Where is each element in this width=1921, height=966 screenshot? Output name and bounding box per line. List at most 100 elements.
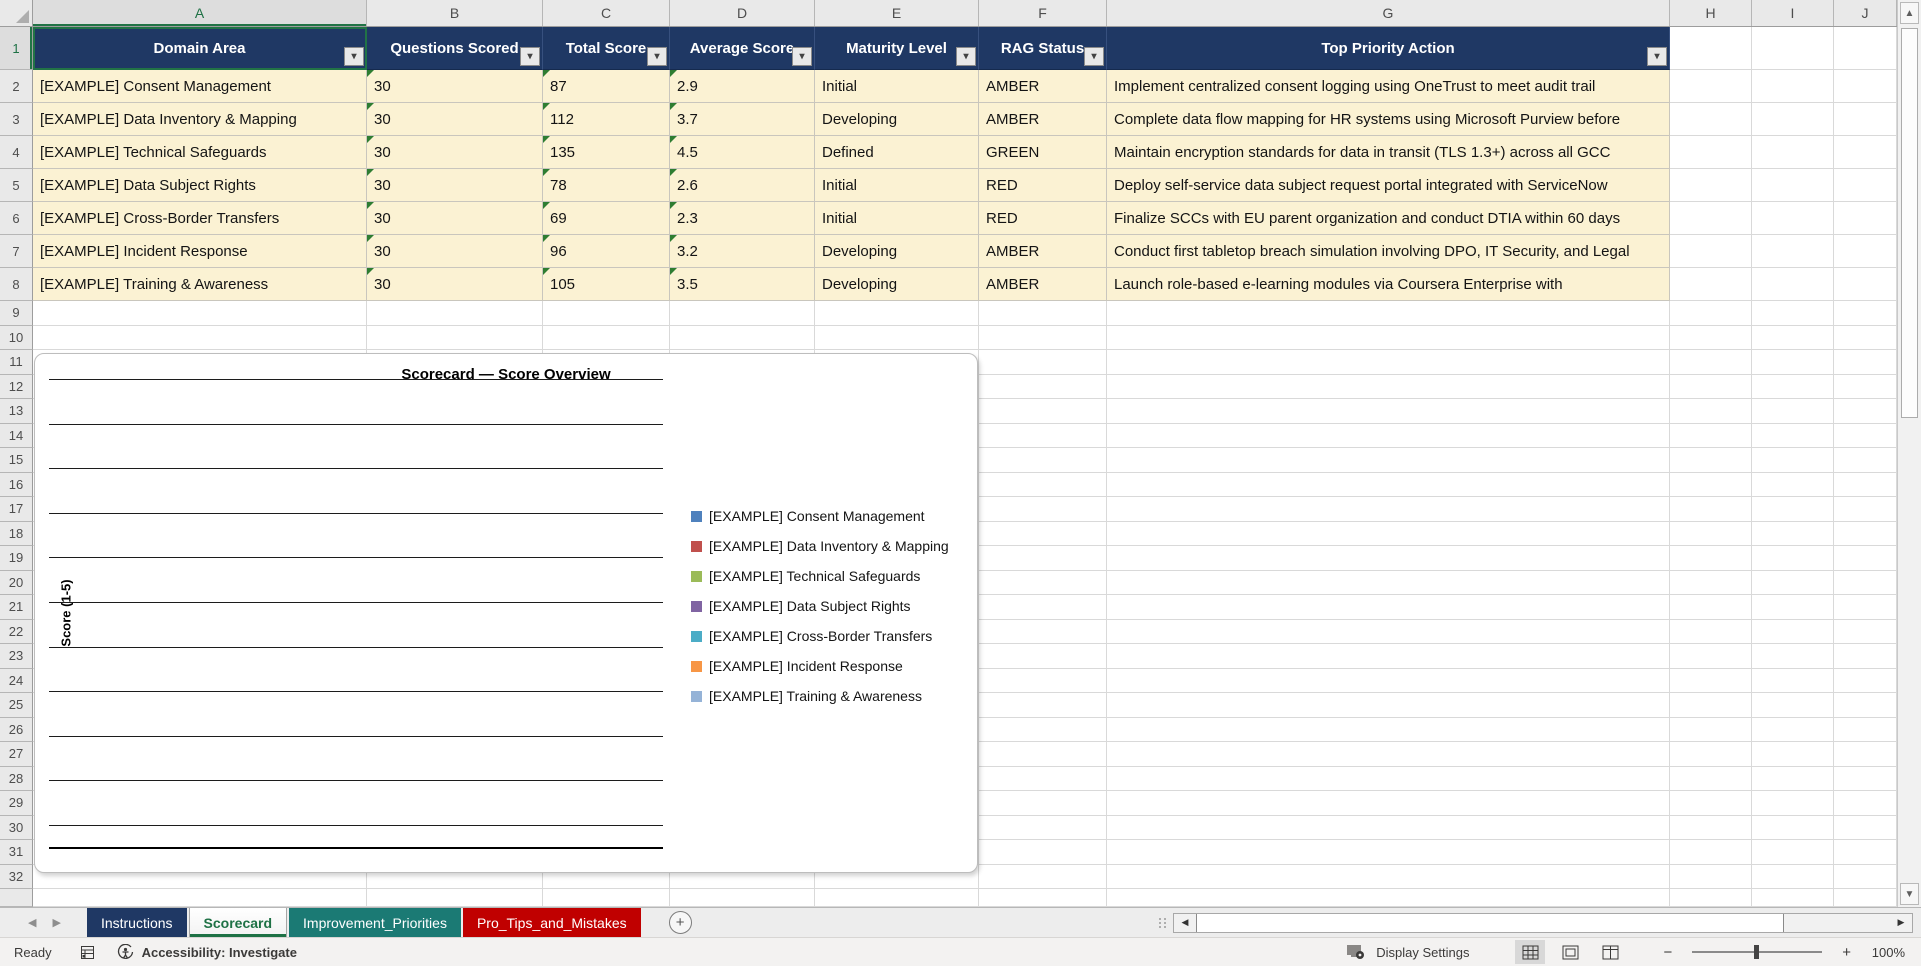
cell-A9[interactable]: [33, 301, 367, 326]
cell-B2[interactable]: 30: [367, 70, 543, 103]
cell-H23[interactable]: [1670, 644, 1752, 669]
cell-C6[interactable]: 69: [543, 202, 670, 235]
display-settings-label[interactable]: Display Settings: [1376, 945, 1469, 960]
chart[interactable]: Scorecard — Score Overview Score (1-5) […: [34, 353, 978, 873]
legend-item[interactable]: [EXAMPLE] Data Inventory & Mapping: [691, 538, 949, 554]
cell-H17[interactable]: [1670, 497, 1752, 522]
cell-J14[interactable]: [1834, 424, 1897, 449]
sheet-tab-instructions[interactable]: Instructions: [87, 908, 187, 937]
cell-F15[interactable]: [979, 448, 1107, 473]
cell-C10[interactable]: [543, 326, 670, 351]
cell-G32[interactable]: [1107, 865, 1670, 890]
column-header-F[interactable]: F: [979, 0, 1107, 26]
cell-I14[interactable]: [1752, 424, 1834, 449]
tab-next-icon[interactable]: ▶: [52, 916, 60, 929]
cell-G31[interactable]: [1107, 840, 1670, 865]
cell-A8[interactable]: [EXAMPLE] Training & Awareness: [33, 268, 367, 301]
cell-G14[interactable]: [1107, 424, 1670, 449]
cell-J17[interactable]: [1834, 497, 1897, 522]
cell-I32[interactable]: [1752, 865, 1834, 890]
row-header-12[interactable]: 12: [0, 375, 33, 400]
cell-G9[interactable]: [1107, 301, 1670, 326]
row-header-11[interactable]: 11: [0, 350, 33, 375]
cell-I11[interactable]: [1752, 350, 1834, 375]
row-header-13[interactable]: 13: [0, 399, 33, 424]
cell-F21[interactable]: [979, 595, 1107, 620]
cell-H31[interactable]: [1670, 840, 1752, 865]
normal-view-button[interactable]: [1515, 940, 1545, 964]
cell-B7[interactable]: 30: [367, 235, 543, 268]
cell-I[interactable]: [1752, 889, 1834, 907]
row-header-23[interactable]: 23: [0, 644, 33, 669]
cell-F25[interactable]: [979, 693, 1107, 718]
row-header-10[interactable]: 10: [0, 326, 33, 351]
cell-G13[interactable]: [1107, 399, 1670, 424]
row-header-20[interactable]: 20: [0, 571, 33, 596]
page-break-view-button[interactable]: [1595, 940, 1625, 964]
vertical-scrollbar[interactable]: ▲ ▼: [1897, 0, 1921, 907]
cell-B10[interactable]: [367, 326, 543, 351]
cell-A[interactable]: [33, 889, 367, 907]
cell-J2[interactable]: [1834, 70, 1897, 103]
accessibility-status[interactable]: Accessibility: Investigate: [142, 945, 297, 960]
cell-B5[interactable]: 30: [367, 169, 543, 202]
header-cell-E1[interactable]: Maturity Level▾: [815, 27, 979, 70]
legend-item[interactable]: [EXAMPLE] Data Subject Rights: [691, 598, 911, 614]
cell-H27[interactable]: [1670, 742, 1752, 767]
cell-C9[interactable]: [543, 301, 670, 326]
cell-I15[interactable]: [1752, 448, 1834, 473]
cell-I20[interactable]: [1752, 571, 1834, 596]
cell-A7[interactable]: [EXAMPLE] Incident Response: [33, 235, 367, 268]
cell-G23[interactable]: [1107, 644, 1670, 669]
cell-B4[interactable]: 30: [367, 136, 543, 169]
row-header-8[interactable]: 8: [0, 268, 33, 301]
cell-G18[interactable]: [1107, 522, 1670, 547]
cell-F30[interactable]: [979, 816, 1107, 841]
cell-B9[interactable]: [367, 301, 543, 326]
cell-G29[interactable]: [1107, 791, 1670, 816]
cell-I22[interactable]: [1752, 620, 1834, 645]
cell-J18[interactable]: [1834, 522, 1897, 547]
cell-G15[interactable]: [1107, 448, 1670, 473]
column-header-G[interactable]: G: [1107, 0, 1670, 26]
cell-E5[interactable]: Initial: [815, 169, 979, 202]
cell-G4[interactable]: Maintain encryption standards for data i…: [1107, 136, 1670, 169]
cell-J8[interactable]: [1834, 268, 1897, 301]
cell-G2[interactable]: Implement centralized consent logging us…: [1107, 70, 1670, 103]
cell-J4[interactable]: [1834, 136, 1897, 169]
cell-D7[interactable]: 3.2: [670, 235, 815, 268]
cell-H6[interactable]: [1670, 202, 1752, 235]
header-cell-F1[interactable]: RAG Status▾: [979, 27, 1107, 70]
cell-J5[interactable]: [1834, 169, 1897, 202]
cell-A2[interactable]: [EXAMPLE] Consent Management: [33, 70, 367, 103]
cell-C8[interactable]: 105: [543, 268, 670, 301]
row-header-28[interactable]: 28: [0, 767, 33, 792]
add-sheet-button[interactable]: +: [669, 911, 692, 934]
cell-I26[interactable]: [1752, 718, 1834, 743]
cell-J1[interactable]: [1834, 27, 1897, 70]
row-header-25[interactable]: 25: [0, 693, 33, 718]
cell-G30[interactable]: [1107, 816, 1670, 841]
cell-F7[interactable]: AMBER: [979, 235, 1107, 268]
cell-J29[interactable]: [1834, 791, 1897, 816]
cell-H7[interactable]: [1670, 235, 1752, 268]
column-header-A[interactable]: A: [33, 0, 367, 26]
cell-I1[interactable]: [1752, 27, 1834, 70]
cell-J31[interactable]: [1834, 840, 1897, 865]
row-header-9[interactable]: 9: [0, 301, 33, 326]
cell-D9[interactable]: [670, 301, 815, 326]
cell-G17[interactable]: [1107, 497, 1670, 522]
cell-H15[interactable]: [1670, 448, 1752, 473]
cell-J27[interactable]: [1834, 742, 1897, 767]
cell-G20[interactable]: [1107, 571, 1670, 596]
cell-I13[interactable]: [1752, 399, 1834, 424]
cell-H1[interactable]: [1670, 27, 1752, 70]
row-header-7[interactable]: 7: [0, 235, 33, 268]
filter-button-icon[interactable]: ▾: [1084, 47, 1104, 66]
filter-button-icon[interactable]: ▾: [520, 47, 540, 66]
cell-H22[interactable]: [1670, 620, 1752, 645]
row-header-19[interactable]: 19: [0, 546, 33, 571]
cell-I19[interactable]: [1752, 546, 1834, 571]
cell-D5[interactable]: 2.6: [670, 169, 815, 202]
cell-J30[interactable]: [1834, 816, 1897, 841]
